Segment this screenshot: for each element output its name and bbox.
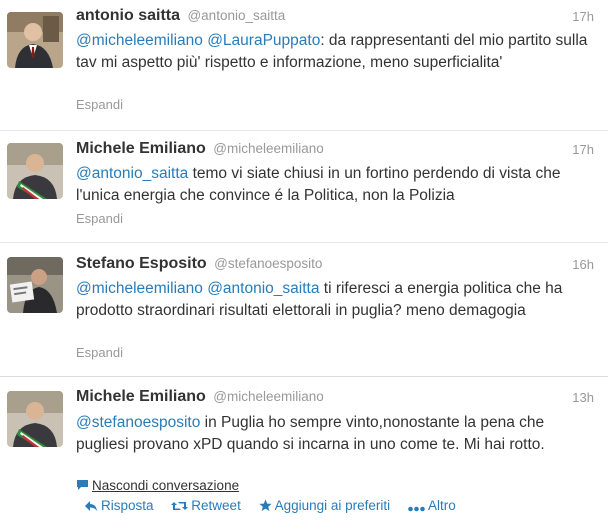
tweet-header: Michele Emiliano @micheleemiliano 13h	[76, 388, 594, 410]
retweet-icon	[171, 502, 189, 510]
tweet-item[interactable]: Michele Emiliano @micheleemiliano 17h @a…	[0, 131, 608, 243]
tweet-header: Stefano Esposito @stefanoesposito 16h	[76, 255, 594, 277]
expand-link[interactable]: Espandi	[76, 97, 123, 112]
tweet-header: antonio saitta @antonio_saitta 17h	[76, 7, 594, 29]
favorite-button[interactable]: Aggiungi ai preferiti	[258, 498, 391, 513]
author-username[interactable]: @micheleemiliano	[213, 389, 324, 404]
favorite-label: Aggiungi ai preferiti	[274, 498, 391, 513]
avatar[interactable]	[7, 12, 63, 68]
tweet-item[interactable]: Michele Emiliano @micheleemiliano 13h @s…	[0, 377, 608, 521]
tweet-timestamp[interactable]: 13h	[572, 390, 594, 405]
mention-link[interactable]: @micheleemiliano	[76, 280, 203, 297]
more-button[interactable]: Altro	[408, 498, 456, 513]
more-dots-icon	[408, 506, 425, 512]
tweet-actions: Risposta Retweet Aggiungi ai preferiti A…	[84, 498, 470, 513]
mention-link[interactable]: @antonio_saitta	[76, 165, 188, 182]
tweet-timestamp[interactable]: 17h	[572, 142, 594, 157]
tweet-text: @micheleemiliano @LauraPuppato: da rappr…	[76, 30, 588, 73]
mention-link[interactable]: @antonio_saitta	[207, 280, 319, 297]
tweet-header: Michele Emiliano @micheleemiliano 17h	[76, 140, 594, 162]
more-label: Altro	[427, 498, 456, 513]
hide-conversation-label[interactable]: Nascondi conversazione	[92, 478, 239, 493]
author-username[interactable]: @stefanoesposito	[214, 256, 322, 271]
avatar[interactable]	[7, 143, 63, 199]
reply-button[interactable]: Risposta	[84, 498, 154, 513]
tweet-text: @stefanoesposito in Puglia ho sempre vin…	[76, 412, 588, 455]
expand-link[interactable]: Espandi	[76, 345, 123, 360]
tweet-text: @micheleemiliano @antonio_saitta ti rife…	[76, 278, 588, 321]
tweet-timestamp[interactable]: 16h	[572, 257, 594, 272]
author-fullname[interactable]: Stefano Esposito	[76, 255, 207, 272]
speech-bubble-icon	[76, 479, 89, 491]
author-fullname[interactable]: Michele Emiliano	[76, 140, 206, 157]
mention-link[interactable]: @micheleemiliano	[76, 32, 203, 49]
reply-label: Risposta	[101, 498, 154, 513]
expand-link[interactable]: Espandi	[76, 211, 123, 226]
author-fullname[interactable]: antonio saitta	[76, 7, 180, 24]
tweet-item[interactable]: Stefano Esposito @stefanoesposito 16h @m…	[0, 243, 608, 377]
tweet-item[interactable]: antonio saitta @antonio_saitta 17h @mich…	[0, 0, 608, 131]
hide-conversation-link[interactable]: Nascondi conversazione	[76, 478, 239, 493]
star-icon	[258, 499, 272, 511]
mention-link[interactable]: @LauraPuppato	[207, 32, 320, 49]
tweet-timestamp[interactable]: 17h	[572, 9, 594, 24]
author-fullname[interactable]: Michele Emiliano	[76, 388, 206, 405]
author-username[interactable]: @micheleemiliano	[213, 141, 324, 156]
reply-icon	[85, 501, 97, 511]
tweet-text: @antonio_saitta temo vi siate chiusi in …	[76, 163, 588, 206]
retweet-button[interactable]: Retweet	[171, 498, 241, 513]
author-username[interactable]: @antonio_saitta	[187, 8, 285, 23]
avatar[interactable]	[7, 257, 63, 313]
retweet-label: Retweet	[191, 498, 241, 513]
mention-link[interactable]: @stefanoesposito	[76, 414, 200, 431]
tweet-timeline: antonio saitta @antonio_saitta 17h @mich…	[0, 0, 608, 521]
avatar[interactable]	[7, 391, 63, 447]
